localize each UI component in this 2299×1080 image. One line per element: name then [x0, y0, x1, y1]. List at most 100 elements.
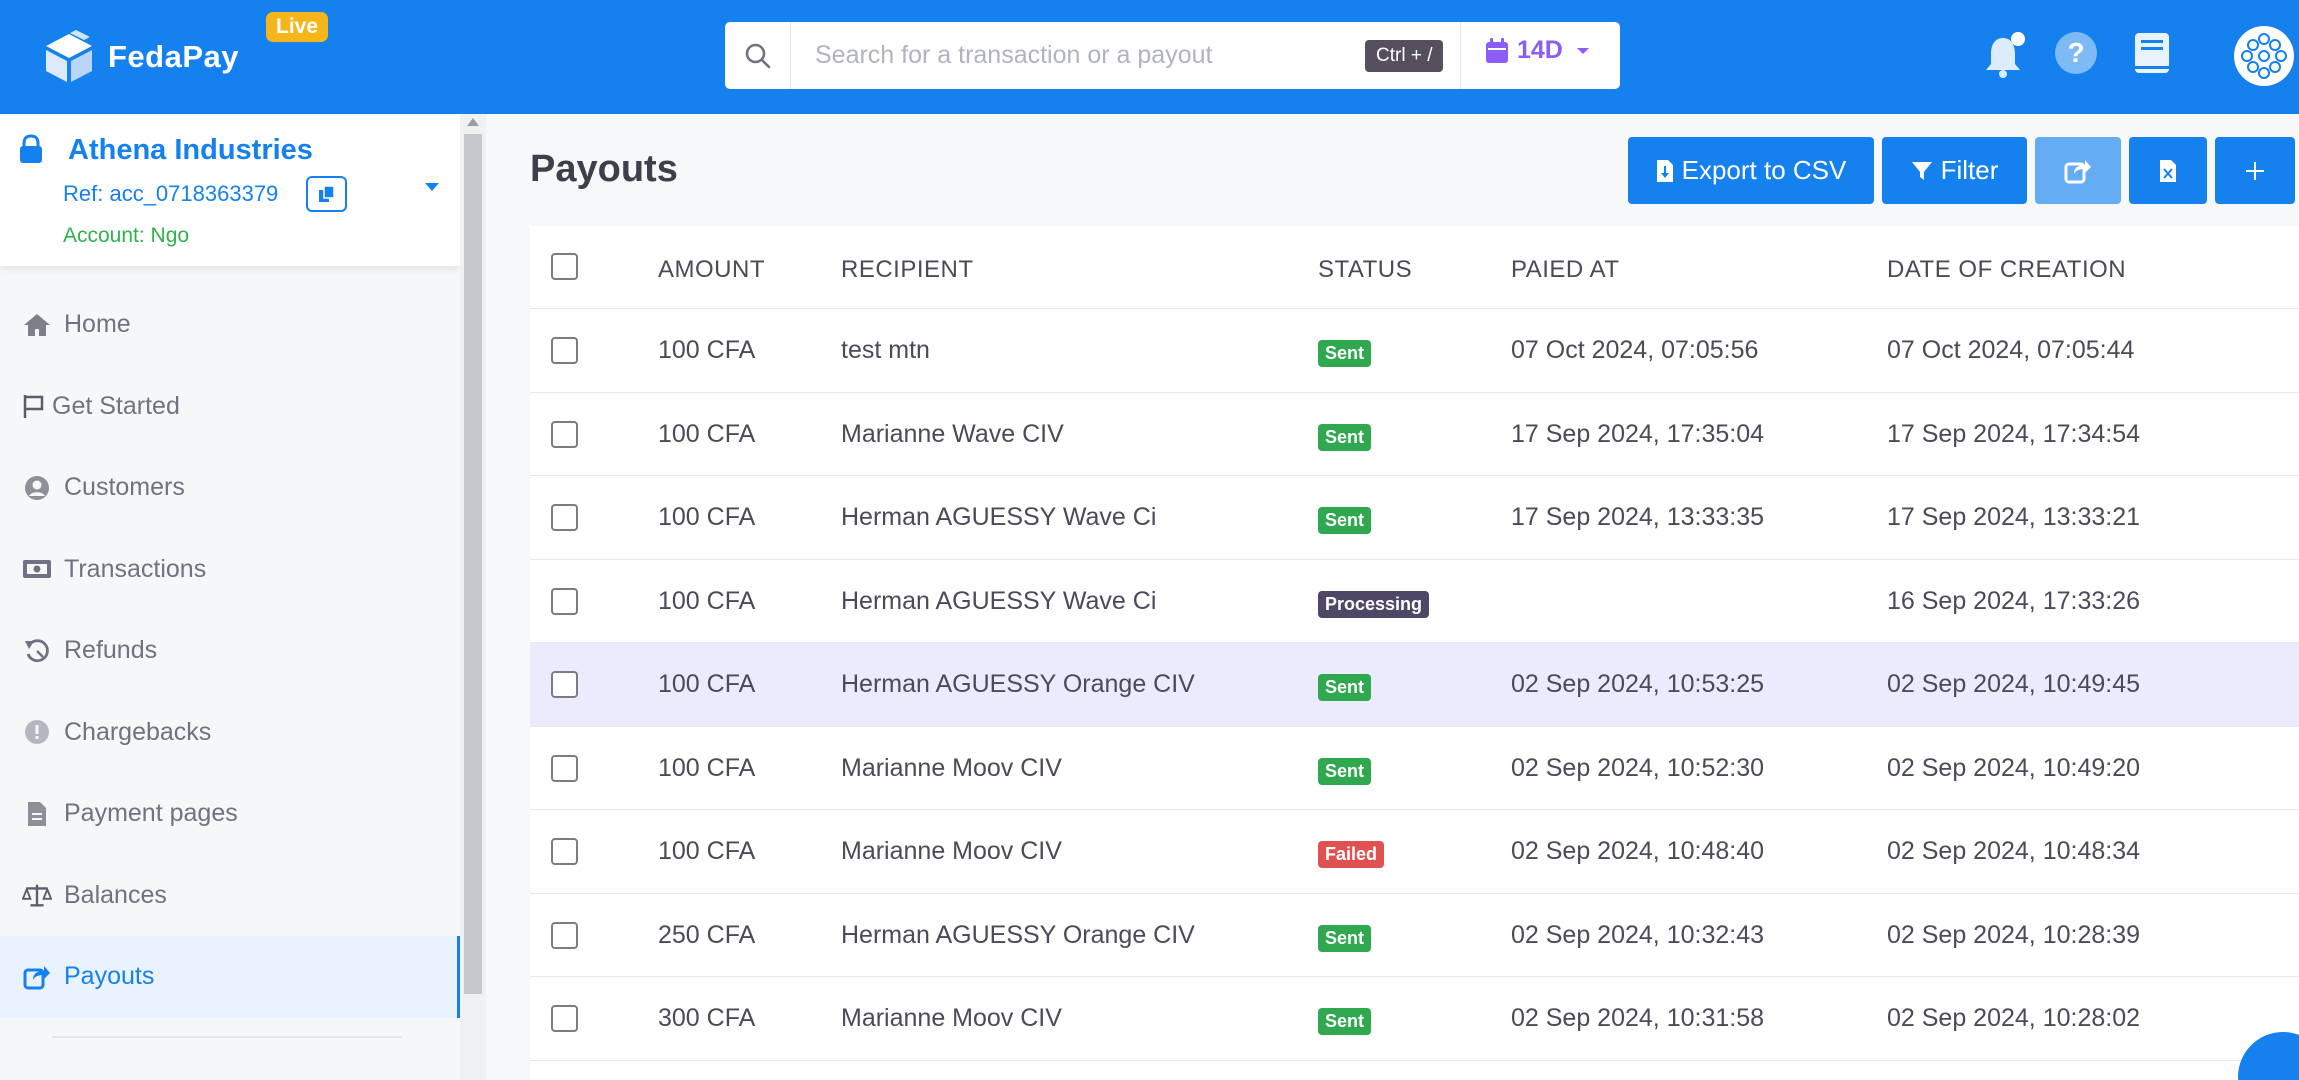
sidebar-item-balances[interactable]: Balances: [0, 855, 460, 937]
status-badge: Sent: [1318, 757, 1372, 785]
row-checkbox[interactable]: [551, 671, 578, 698]
user-avatar-icon[interactable]: [2233, 25, 2295, 87]
sidebar-item-payouts[interactable]: Payouts: [0, 936, 460, 1018]
row-checkbox[interactable]: [551, 587, 578, 615]
excel-export-button[interactable]: [2129, 137, 2207, 204]
status-badge: Sent: [1318, 507, 1372, 534]
table-row[interactable]: 100 CFA Herman AGUESSY Orange CIV Sent 0…: [530, 643, 2299, 727]
copy-icon: [318, 185, 335, 202]
row-created-at: 02 Sep 2024, 10:49:20: [1887, 753, 2141, 782]
account-switcher[interactable]: Athena Industries Ref: acc_0718363379 Ac…: [0, 114, 460, 266]
row-checkbox[interactable]: [551, 420, 578, 448]
calendar-icon: [1486, 37, 1508, 63]
sidebar-scrollbar[interactable]: [460, 114, 486, 1080]
row-created-at: 02 Sep 2024, 10:49:45: [1887, 670, 2141, 698]
sidebar-item-transactions[interactable]: Transactions: [0, 529, 460, 611]
scrollbar-thumb[interactable]: [464, 134, 482, 994]
search-input[interactable]: [791, 22, 1351, 89]
column-header-date-of-creation[interactable]: DATE OF CREATION: [1887, 256, 2126, 284]
bell-icon[interactable]: [1983, 30, 2027, 80]
filter-button[interactable]: Filter: [1882, 137, 2027, 204]
sidebar-item-chargebacks[interactable]: Chargebacks: [0, 692, 460, 774]
sidebar-item-label: Chargebacks: [64, 717, 212, 746]
column-header-paid-at[interactable]: PAIED AT: [1511, 256, 1619, 284]
table-row[interactable]: 100 CFA Herman AGUESSY Wave Ci Sent 17 S…: [530, 476, 2299, 560]
account-ref: Ref: acc_0718363379: [63, 181, 279, 206]
status-badge: Processing: [1318, 590, 1430, 618]
table-row[interactable]: 100 CFA Marianne Wave CIV Sent 17 Sep 20…: [530, 393, 2299, 476]
status-badge: Sent: [1318, 340, 1372, 367]
book-icon[interactable]: [2131, 30, 2173, 76]
sidebar-item-label: Customers: [64, 473, 185, 502]
chevron-down-icon: [1576, 47, 1589, 54]
status-badge: Sent: [1318, 1008, 1372, 1035]
row-amount: 100 CFA: [658, 837, 756, 865]
select-all-checkbox[interactable]: [551, 253, 578, 280]
chevron-down-icon[interactable]: [424, 182, 440, 192]
row-paid-at: 17 Sep 2024, 17:35:04: [1511, 419, 1765, 448]
row-amount: 100 CFA: [658, 336, 756, 364]
row-checkbox[interactable]: [551, 337, 578, 364]
sidebar-item-get-started[interactable]: Get Started: [0, 366, 460, 448]
page-title: Payouts: [530, 148, 678, 190]
export-csv-button[interactable]: Export to CSV: [1628, 137, 1874, 204]
row-checkbox[interactable]: [551, 838, 578, 865]
status-badge: Sent: [1318, 674, 1372, 701]
sidebar-item-label: Payouts: [64, 962, 155, 991]
top-bar: FedaPay Live Ctrl + / 14D ?: [0, 0, 2299, 114]
column-header-status[interactable]: STATUS: [1318, 256, 1412, 284]
row-amount: 250 CFA: [658, 920, 756, 949]
table-row[interactable]: 100 CFA Herman AGUESSY Wave Ci Processin…: [530, 560, 2299, 643]
column-header-recipient[interactable]: RECIPIENT: [841, 256, 974, 284]
add-payout-button[interactable]: [2215, 137, 2295, 204]
row-amount: 100 CFA: [658, 753, 756, 782]
filter-icon: [1911, 161, 1932, 180]
row-recipient: Herman AGUESSY Orange CIV: [841, 670, 1195, 698]
sidebar-item-payment-pages[interactable]: Payment pages: [0, 773, 460, 855]
sidebar-item-refunds[interactable]: Refunds: [0, 610, 460, 692]
row-amount: 100 CFA: [658, 670, 756, 698]
row-amount: 300 CFA: [658, 1004, 756, 1032]
table-row[interactable]: 100 CFA test mtn Sent 07 Oct 2024, 07:05…: [530, 309, 2299, 393]
row-checkbox[interactable]: [551, 921, 578, 949]
share-export-button[interactable]: [2035, 137, 2121, 204]
status-badge: Sent: [1318, 423, 1372, 451]
status-badge: Failed: [1318, 841, 1385, 868]
column-header-amount[interactable]: AMOUNT: [658, 256, 765, 284]
sidebar-item-customers[interactable]: Customers: [0, 447, 460, 529]
row-recipient: test mtn: [841, 336, 930, 364]
date-range-value: 14D: [1517, 36, 1563, 64]
row-recipient: Marianne Wave CIV: [841, 419, 1064, 448]
search-divider: [1460, 22, 1461, 89]
svg-text:?: ?: [2067, 37, 2084, 68]
date-range-dropdown[interactable]: 14D: [1485, 36, 1599, 65]
scroll-up-arrow-icon[interactable]: [467, 118, 479, 126]
table-row[interactable]: 250 CFA Herman AGUESSY Orange CIV Sent 0…: [530, 894, 2299, 977]
brand-logo[interactable]: FedaPay: [40, 28, 239, 86]
file-download-icon: [1656, 159, 1673, 182]
sidebar-item-home[interactable]: Home: [0, 284, 460, 366]
row-created-at: 17 Sep 2024, 13:33:21: [1887, 503, 2141, 531]
sidebar-item-label: Payment pages: [64, 799, 238, 828]
lock-icon: [20, 134, 42, 163]
table-row[interactable]: 100 CFA Marianne Moov CIV Sent 02 Sep 20…: [530, 727, 2299, 810]
copy-ref-button[interactable]: [306, 176, 347, 212]
sidebar-item-label: Home: [64, 310, 131, 339]
row-created-at: 02 Sep 2024, 10:28:02: [1887, 1004, 2141, 1032]
table-row[interactable]: 300 CFA Marianne Moov CIV Sent 02 Sep 20…: [530, 977, 2299, 1061]
account-name: Athena Industries: [68, 134, 313, 166]
help-icon[interactable]: ?: [2053, 30, 2099, 76]
live-mode-badge[interactable]: Live: [266, 12, 329, 42]
row-recipient: Marianne Moov CIV: [841, 1004, 1062, 1032]
status-badge: Sent: [1318, 924, 1372, 952]
toolbar: Export to CSV Filter: [1628, 137, 2299, 204]
row-recipient: Herman AGUESSY Orange CIV: [841, 920, 1195, 949]
row-checkbox[interactable]: [551, 504, 578, 531]
file-excel-icon: [2160, 159, 2176, 182]
document-icon: [22, 799, 52, 829]
row-checkbox[interactable]: [551, 1005, 578, 1032]
row-checkbox[interactable]: [551, 754, 578, 782]
balance-scale-icon: [22, 880, 52, 910]
table-row[interactable]: 100 CFA Marianne Moov CIV Failed 02 Sep …: [530, 810, 2299, 894]
keyboard-shortcut-hint: Ctrl + /: [1365, 40, 1444, 72]
